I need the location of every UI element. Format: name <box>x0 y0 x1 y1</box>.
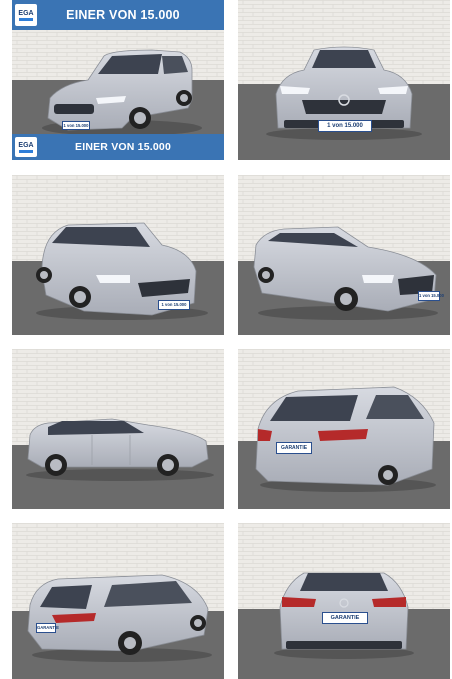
promo-banner-text: EINER VON 15.000 <box>75 141 171 153</box>
license-plate: GARANTIE <box>322 612 368 624</box>
license-plate: 1 von 15.000 <box>62 121 90 130</box>
gallery-photo-3[interactable]: 1 von 15.000 <box>12 175 224 335</box>
gallery-photo-5[interactable] <box>12 349 224 509</box>
promo-banner-top: EGA EINER VON 15.000 <box>12 0 224 30</box>
promo-banner-bottom: EGA EINER VON 15.000 <box>12 134 224 160</box>
gallery-photo-4[interactable]: 1 von 15.000 <box>238 175 450 335</box>
license-plate: 1 von 15.000 <box>158 300 190 310</box>
license-plate: 1 von 15.000 <box>318 120 372 132</box>
gallery-photo-2[interactable]: 1 von 15.000 <box>238 0 450 160</box>
gallery-photo-1[interactable]: 1 von 15.000 EGA EINER VON 15.000 EGA EI… <box>12 0 224 160</box>
license-plate: 1 von 15.000 <box>418 291 444 301</box>
gallery-photo-7[interactable]: GARANTIE <box>12 523 224 679</box>
ega-logo-icon: EGA <box>15 137 37 157</box>
license-plate: GARANTIE <box>36 623 59 633</box>
gallery-photo-6[interactable]: GARANTIE <box>238 349 450 509</box>
gallery-photo-8[interactable]: GARANTIE <box>238 523 450 679</box>
promo-banner-text: EINER VON 15.000 <box>66 8 180 22</box>
ega-logo-icon: EGA <box>15 4 37 26</box>
license-plate: GARANTIE <box>276 442 312 454</box>
